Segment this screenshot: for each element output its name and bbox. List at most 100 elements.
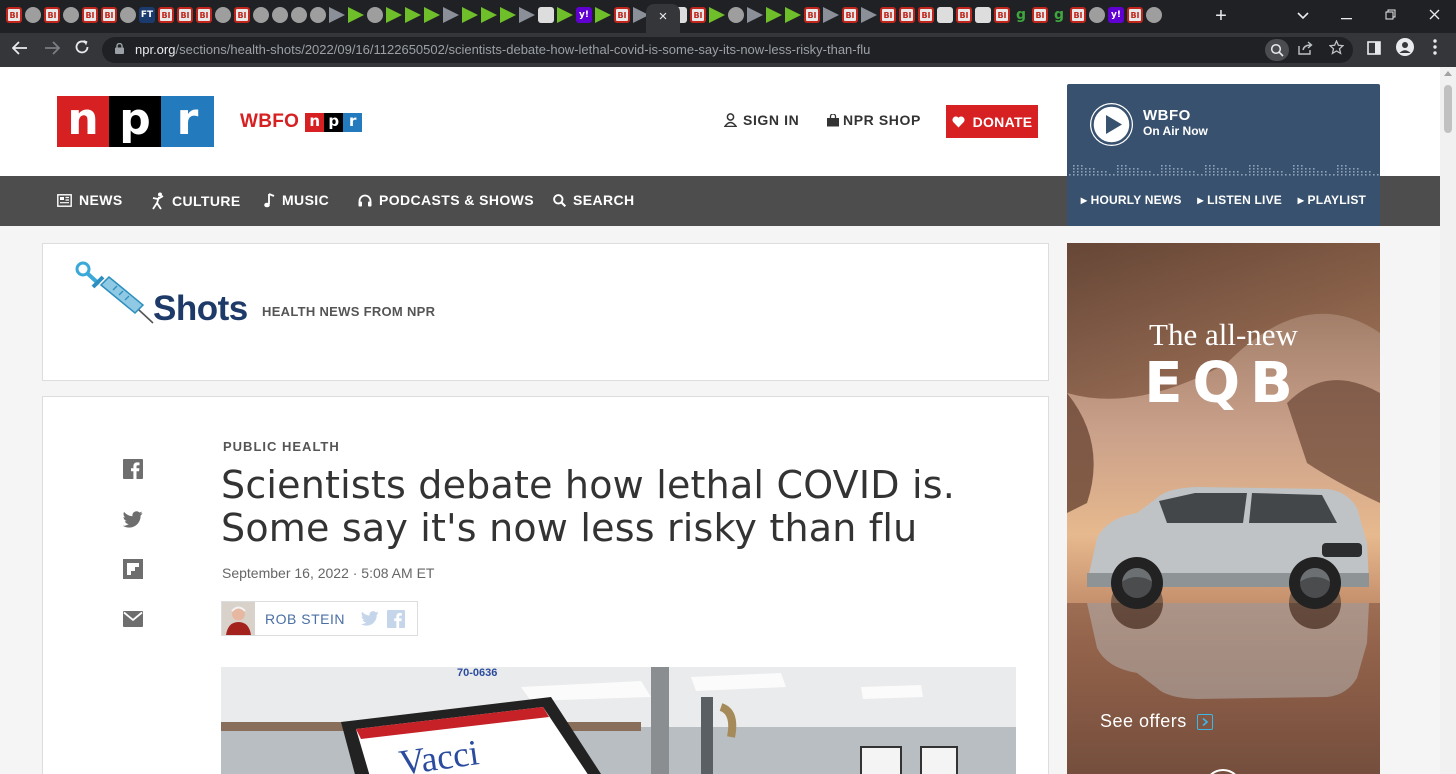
tab-favicon-bi[interactable]: BI <box>82 7 98 23</box>
tab-favicon-bi[interactable]: BI <box>880 7 896 23</box>
zoom-indicator[interactable] <box>1265 39 1289 61</box>
twitter-share-icon[interactable] <box>123 509 143 529</box>
tab-favicon-bi[interactable]: BI <box>956 7 972 23</box>
tab-favicon-gl[interactable] <box>120 7 136 23</box>
tab-favicon-pl[interactable] <box>500 7 516 23</box>
tab-favicon-yh[interactable]: y! <box>1108 7 1124 23</box>
tab-favicon-bi[interactable]: BI <box>899 7 915 23</box>
new-tab-button[interactable]: + <box>1208 5 1234 27</box>
tab-favicon-bi[interactable]: BI <box>804 7 820 23</box>
close-window-icon[interactable] <box>1421 5 1447 27</box>
tab-favicon-gl[interactable] <box>310 7 326 23</box>
tab-search-icon[interactable] <box>1290 5 1316 27</box>
tab-favicon-wh[interactable] <box>937 7 953 23</box>
donate-button[interactable]: DONATE <box>946 105 1038 138</box>
tab-favicon-bi[interactable]: BI <box>842 7 858 23</box>
address-bar[interactable]: npr.org/sections/health-shots/2022/09/16… <box>102 37 1353 63</box>
tab-favicon-bi[interactable]: BI <box>158 7 174 23</box>
tab-favicon-gl[interactable] <box>1089 7 1105 23</box>
tab-favicon-gr[interactable] <box>747 7 763 23</box>
restore-icon[interactable] <box>1377 5 1403 27</box>
share-icon[interactable] <box>1294 39 1316 61</box>
tab-favicon-bi[interactable]: BI <box>44 7 60 23</box>
nav-podcasts-shows[interactable]: PODCASTS & SHOWS <box>358 192 534 208</box>
tab-favicon-bi[interactable]: BI <box>6 7 22 23</box>
sign-in-link[interactable]: SIGN IN <box>724 112 799 128</box>
page-scrollbar[interactable] <box>1440 67 1456 774</box>
tab-favicon-gl[interactable] <box>215 7 231 23</box>
tab-favicon-wh[interactable] <box>538 7 554 23</box>
reload-icon[interactable] <box>70 38 94 62</box>
tab-close-icon[interactable]: × <box>659 8 668 25</box>
minimize-icon[interactable] <box>1333 5 1359 27</box>
back-icon[interactable] <box>8 38 32 62</box>
bookmark-star-icon[interactable] <box>1325 39 1347 61</box>
npr-shop-link[interactable]: NPR SHOP <box>826 112 921 128</box>
active-tab[interactable]: × <box>646 4 680 33</box>
tab-favicon-g9[interactable]: g <box>1051 7 1067 23</box>
tab-favicon-gr[interactable] <box>519 7 535 23</box>
tab-favicon-pl[interactable] <box>766 7 782 23</box>
tab-favicon-bi[interactable]: BI <box>918 7 934 23</box>
tab-favicon-gl[interactable] <box>272 7 288 23</box>
tab-favicon-pl[interactable] <box>386 7 402 23</box>
tab-favicon-pl[interactable] <box>595 7 611 23</box>
scroll-up-arrow-icon[interactable] <box>1444 71 1452 76</box>
tab-favicon-g9[interactable]: g <box>1013 7 1029 23</box>
hourly-news-link[interactable]: ▸ HOURLY NEWS <box>1081 193 1182 207</box>
author-name[interactable]: ROB STEIN <box>265 611 345 627</box>
play-button[interactable] <box>1090 103 1133 146</box>
author-facebook-icon[interactable] <box>386 609 405 628</box>
tab-favicon-bi[interactable]: BI <box>196 7 212 23</box>
tab-favicon-ft[interactable]: FT <box>139 7 155 23</box>
tab-favicon-bi[interactable]: BI <box>690 7 706 23</box>
tab-favicon-gl[interactable] <box>291 7 307 23</box>
tab-favicon-pl[interactable] <box>785 7 801 23</box>
tab-favicon-pl[interactable] <box>709 7 725 23</box>
tab-favicon-gr[interactable] <box>861 7 877 23</box>
tab-favicon-pl[interactable] <box>405 7 421 23</box>
tab-favicon-gl[interactable] <box>728 7 744 23</box>
tab-favicon-pl[interactable] <box>481 7 497 23</box>
nav-search[interactable]: SEARCH <box>553 192 635 208</box>
tab-favicon-pl[interactable] <box>348 7 364 23</box>
url-text[interactable]: npr.org/sections/health-shots/2022/09/16… <box>135 42 870 57</box>
email-share-icon[interactable] <box>123 611 143 627</box>
nav-news[interactable]: NEWS <box>57 192 123 208</box>
tab-favicon-bi[interactable]: BI <box>1127 7 1143 23</box>
listen-live-link[interactable]: ▸ LISTEN LIVE <box>1197 193 1282 207</box>
tab-favicon-bi[interactable]: BI <box>177 7 193 23</box>
side-panel-icon[interactable] <box>1362 38 1386 62</box>
forward-icon[interactable] <box>40 38 64 62</box>
profile-avatar-icon[interactable] <box>1393 38 1417 62</box>
npr-logo[interactable]: n p r <box>57 96 214 147</box>
tab-favicon-gl[interactable] <box>367 7 383 23</box>
tab-favicon-gr[interactable] <box>329 7 345 23</box>
see-offers-link[interactable]: See offers <box>1100 711 1213 732</box>
author-avatar[interactable] <box>222 602 255 635</box>
facebook-share-icon[interactable] <box>123 459 143 479</box>
tab-favicon-bi[interactable]: BI <box>1032 7 1048 23</box>
tab-favicon-gr[interactable] <box>823 7 839 23</box>
tab-favicon-bi[interactable]: BI <box>614 7 630 23</box>
tab-favicon-wh[interactable] <box>975 7 991 23</box>
syringe-logo-icon[interactable] <box>73 260 157 326</box>
tab-favicon-pl[interactable] <box>462 7 478 23</box>
tab-favicon-bi[interactable]: BI <box>1070 7 1086 23</box>
tab-favicon-bi[interactable]: BI <box>994 7 1010 23</box>
shots-blog-name[interactable]: Shots <box>153 289 248 329</box>
tab-favicon-pl[interactable] <box>424 7 440 23</box>
station-logo[interactable]: WBFO n p r <box>240 111 363 133</box>
tab-favicon-gl[interactable] <box>1146 7 1162 23</box>
tab-favicon-gl[interactable] <box>25 7 41 23</box>
story-kicker[interactable]: PUBLIC HEALTH <box>223 439 340 454</box>
nav-music[interactable]: MUSIC <box>264 192 329 208</box>
tab-favicon-gl[interactable] <box>253 7 269 23</box>
lead-photo[interactable]: Vacci 70-0636 <box>221 667 1016 774</box>
nav-culture[interactable]: CULTURE <box>151 192 241 210</box>
author-twitter-icon[interactable] <box>360 611 379 626</box>
advertisement-eqb[interactable]: The all-new EQB See offers <box>1067 243 1380 774</box>
playlist-link[interactable]: ▸ PLAYLIST <box>1298 193 1366 207</box>
tab-favicon-gr[interactable] <box>443 7 459 23</box>
tab-favicon-gl[interactable] <box>63 7 79 23</box>
